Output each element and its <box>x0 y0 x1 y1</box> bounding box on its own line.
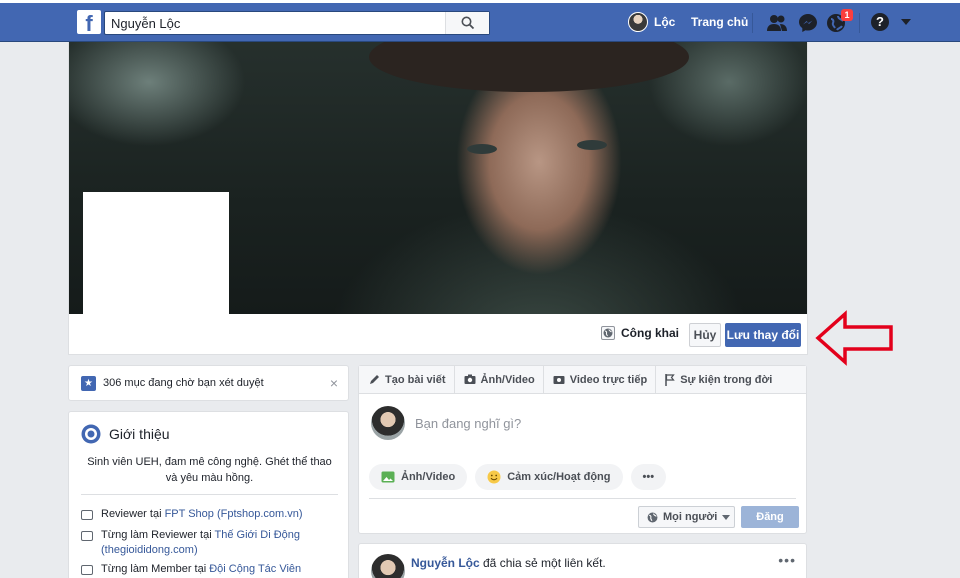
work-link[interactable]: Thế Giới Di Động <box>215 529 300 541</box>
nav-divider <box>752 13 753 33</box>
nav-divider <box>859 13 860 33</box>
cover-eye-left <box>467 144 497 154</box>
camera-icon <box>464 374 476 384</box>
search-button[interactable] <box>445 12 489 34</box>
bio-line: và yêu màu hồng. <box>165 472 254 484</box>
pill-label: Cảm xúc/Hoạt động <box>507 471 611 483</box>
work-prefix: Từng làm Member tại <box>101 563 210 575</box>
divider <box>369 498 796 499</box>
globe-icon <box>601 326 615 340</box>
briefcase-icon <box>81 510 93 520</box>
avatar[interactable] <box>371 554 405 578</box>
work-prefix: Từng làm Reviewer tại <box>101 529 215 541</box>
profile-picture[interactable] <box>83 192 229 314</box>
tab-live-video[interactable]: Video trực tiếp <box>553 365 657 394</box>
composer-tabs: Tạo bài viết Ảnh/Video Video trực tiếp S… <box>359 365 806 394</box>
photo-icon <box>381 471 395 483</box>
tab-label: Ảnh/Video <box>480 373 535 386</box>
composer-actions: Ảnh/Video Cảm xúc/Hoạt động ••• <box>369 464 667 490</box>
globe-icon <box>647 512 658 522</box>
chevron-down-icon <box>722 514 731 520</box>
star-icon: ★ <box>81 376 96 391</box>
divider <box>81 494 338 495</box>
work-link[interactable]: FPT Shop (Fptshop.com.vn) <box>165 508 303 520</box>
photo-video-button[interactable]: Ảnh/Video <box>369 464 468 490</box>
more-icon: ••• <box>642 471 655 483</box>
work-prefix: Reviewer tại <box>101 508 165 520</box>
facebook-logo[interactable]: f <box>77 10 101 34</box>
feed-post: Nguyễn Lộc đã chia sẻ một liên kết. ••• <box>358 543 807 578</box>
tab-label: Tạo bài viết <box>385 373 446 386</box>
tab-label: Sự kiện trong đời <box>680 373 773 386</box>
cover-actions-bar: Công khai Hủy Lưu thay đổi <box>69 314 807 354</box>
search-icon <box>461 16 474 30</box>
briefcase-icon <box>81 565 93 575</box>
work-item: Từng làm Member tại Đội Cộng Tác Viên <box>81 562 301 577</box>
pill-label: Ảnh/Video <box>401 471 456 483</box>
intro-card: Giới thiệu Sinh viên UEH, đam mê công ng… <box>68 411 349 578</box>
messenger-icon[interactable] <box>797 12 819 34</box>
post-header: Nguyễn Lộc đã chia sẻ một liên kết. <box>411 556 606 570</box>
account-menu-caret-icon[interactable] <box>901 19 911 25</box>
work-link[interactable]: Đội Cộng Tác Viên <box>209 563 301 575</box>
bio-text: Sinh viên UEH, đam mê công nghệ. Ghét th… <box>81 454 338 486</box>
briefcase-icon <box>81 531 93 541</box>
avatar[interactable] <box>371 406 405 440</box>
smiley-icon <box>487 470 501 484</box>
pending-review-notice[interactable]: ★ 306 mục đang chờ bạn xét duyệt × <box>68 365 349 401</box>
friend-requests-icon[interactable] <box>766 12 788 34</box>
search-input[interactable] <box>111 14 451 32</box>
notification-badge: 1 <box>841 9 853 21</box>
intro-globe-icon <box>81 424 101 444</box>
more-options-button[interactable]: ••• <box>630 464 667 490</box>
bio-line: Sinh viên UEH, đam mê công nghệ. Ghét th… <box>87 456 332 468</box>
tab-life-event[interactable]: Sự kiện trong đời <box>665 366 780 394</box>
work-link-sub[interactable]: (thegioididong.com) <box>101 543 300 558</box>
post-composer: Tạo bài viết Ảnh/Video Video trực tiếp S… <box>358 365 807 534</box>
search-box <box>104 11 490 35</box>
intro-header: Giới thiệu <box>81 424 170 444</box>
avatar <box>628 12 648 32</box>
tab-label: Video trực tiếp <box>569 373 648 386</box>
privacy-label: Công khai <box>621 326 680 340</box>
top-navigation-bar: f Lộc Trang chủ 1 ? <box>0 0 960 42</box>
intro-title: Giới thiệu <box>109 426 170 442</box>
pencil-icon <box>370 375 379 384</box>
tab-create-post[interactable]: Tạo bài viết <box>369 365 455 394</box>
top-strip <box>0 0 960 3</box>
post-options-icon[interactable]: ••• <box>778 552 796 568</box>
audience-label: Mọi người <box>663 511 718 523</box>
tab-photo-video[interactable]: Ảnh/Video <box>464 365 544 394</box>
cover-photo[interactable] <box>69 42 807 314</box>
close-icon[interactable]: × <box>330 375 338 391</box>
home-link[interactable]: Trang chủ <box>691 15 748 29</box>
feeling-activity-button[interactable]: Cảm xúc/Hoạt động <box>475 464 623 490</box>
cover-hair <box>369 42 689 92</box>
cancel-button[interactable]: Hủy <box>689 323 721 347</box>
live-video-icon <box>553 375 565 384</box>
profile-name: Lộc <box>654 15 676 29</box>
composer-input[interactable]: Bạn đang nghĩ gì? <box>415 416 521 431</box>
save-changes-button[interactable]: Lưu thay đổi <box>725 323 801 347</box>
cover-eye-right <box>577 140 607 150</box>
annotation-arrow-icon <box>815 310 893 366</box>
post-button[interactable]: Đăng <box>741 506 799 528</box>
work-item: Reviewer tại FPT Shop (Fptshop.com.vn) <box>81 507 303 522</box>
post-author[interactable]: Nguyễn Lộc <box>411 556 480 570</box>
cover-card: Công khai Hủy Lưu thay đổi <box>68 42 808 355</box>
privacy-selector[interactable]: Công khai <box>601 326 679 340</box>
audience-selector[interactable]: Mọi người <box>638 506 735 528</box>
profile-link[interactable]: Lộc <box>628 12 675 32</box>
work-item: Từng làm Reviewer tại Thế Giới Di Động (… <box>81 528 300 558</box>
help-icon[interactable]: ? <box>871 13 889 31</box>
flag-icon <box>665 373 675 386</box>
pending-review-text: 306 mục đang chờ bạn xét duyệt <box>103 377 264 389</box>
post-action-text: đã chia sẻ một liên kết. <box>479 556 606 570</box>
